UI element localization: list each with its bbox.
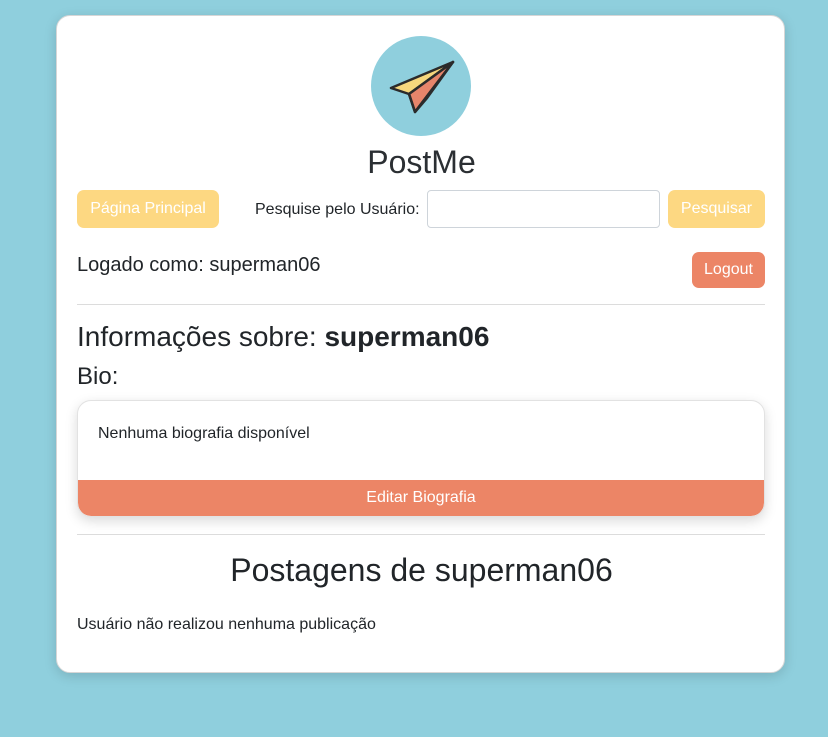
bio-label: Bio:: [77, 363, 119, 390]
bio-text: Nenhuma biografia disponível: [98, 425, 310, 442]
divider: [77, 534, 765, 535]
app-title: PostMe: [367, 144, 476, 180]
paper-plane-icon: [389, 60, 455, 114]
no-posts-message: Usuário não realizou nenhuma publicação: [77, 616, 376, 633]
posts-title: Postagens de superman06: [230, 552, 613, 588]
profile-info-title: Informações sobre: superman06: [77, 321, 489, 353]
profile-username: superman06: [324, 321, 490, 352]
bio-card: Nenhuma biografia disponível Editar Biog…: [77, 400, 765, 517]
search-label: Pesquise pelo Usuário:: [255, 201, 420, 218]
logged-as-text: Logado como: superman06: [77, 254, 321, 277]
edit-bio-button[interactable]: Editar Biografia: [78, 480, 764, 516]
main-card: PostMe Página Principal Pesquise pelo Us…: [56, 15, 785, 673]
search-input[interactable]: [427, 190, 660, 228]
search-button[interactable]: Pesquisar: [668, 190, 765, 228]
app-logo: [371, 36, 471, 136]
profile-info-prefix: Informações sobre:: [77, 321, 325, 352]
divider: [77, 304, 765, 305]
logged-as-username: superman06: [209, 254, 321, 276]
home-button[interactable]: Página Principal: [77, 190, 219, 228]
logout-button[interactable]: Logout: [692, 252, 765, 288]
logged-as-prefix: Logado como:: [77, 254, 210, 276]
